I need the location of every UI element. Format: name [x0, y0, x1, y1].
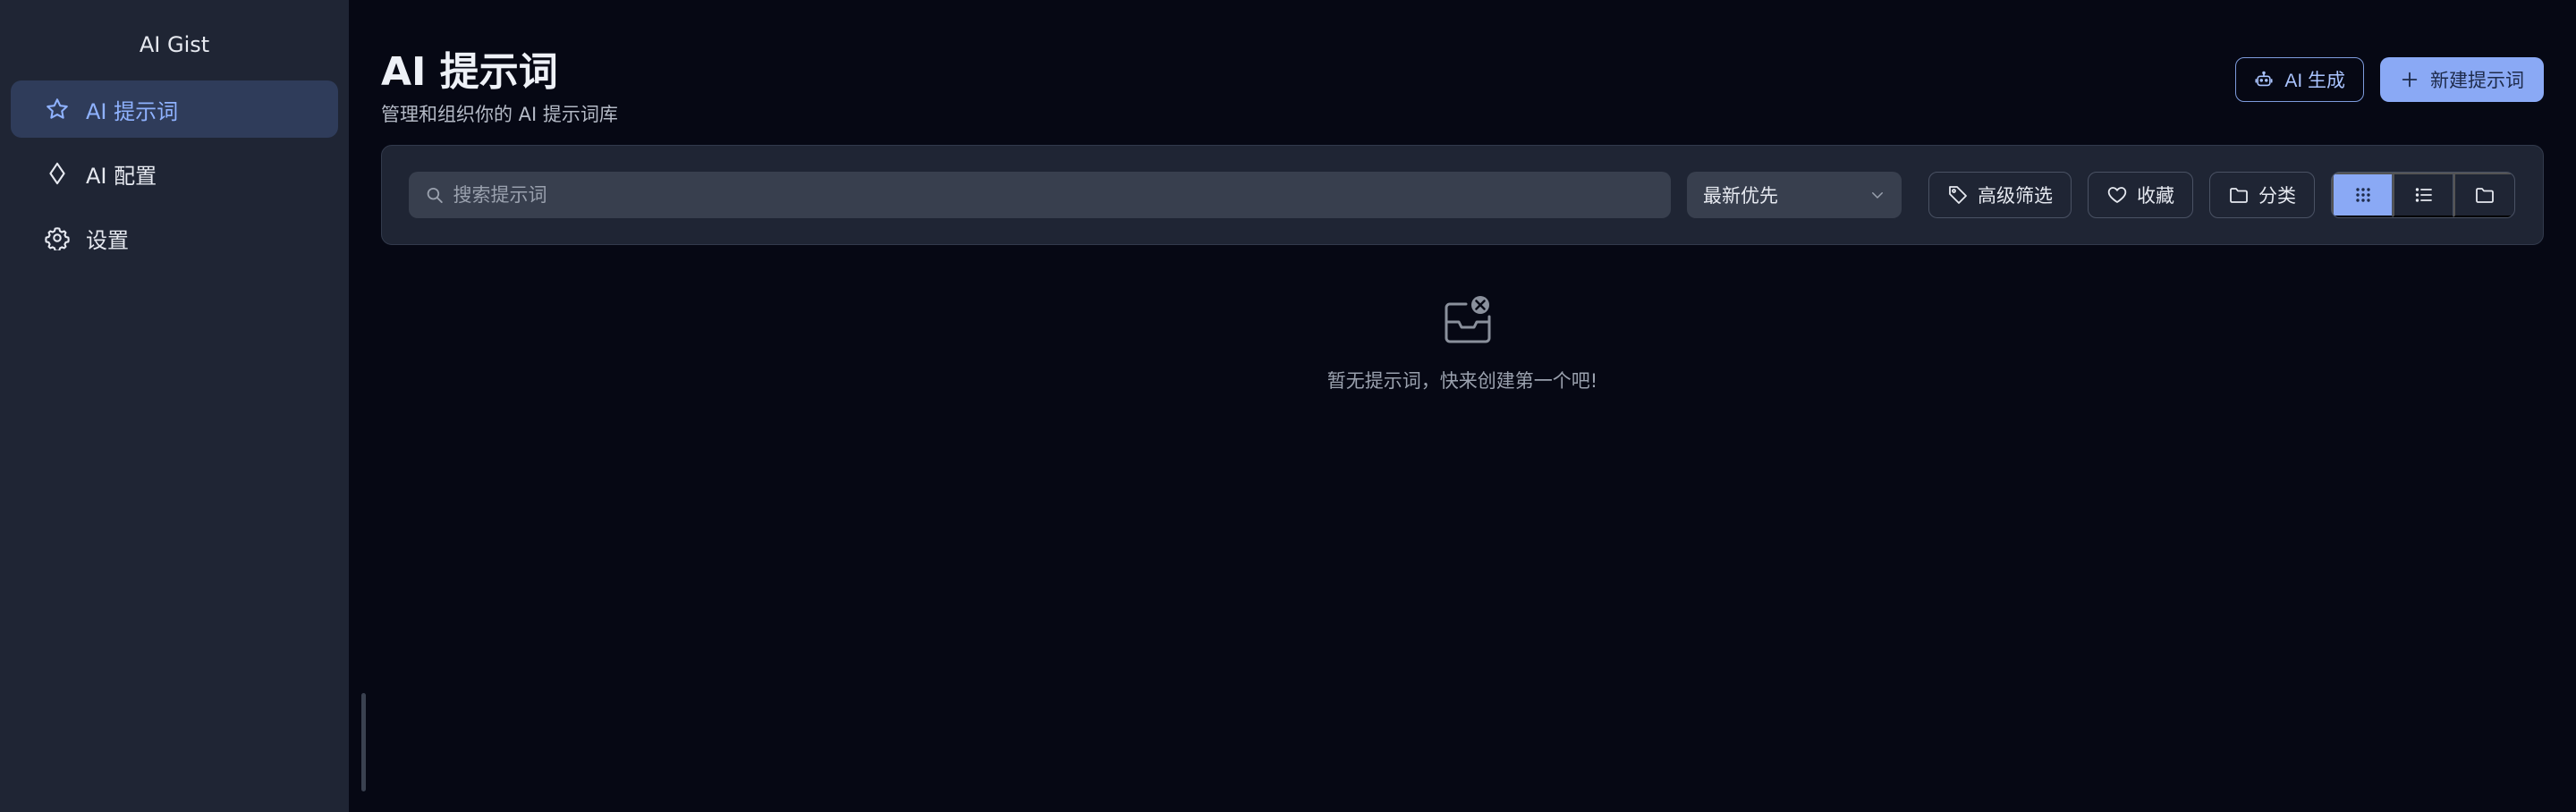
main-content: AI 提示词 管理和组织你的 AI 提示词库 AI 生成 新建提示词 最新优先 — [349, 0, 2576, 812]
filter-buttons: 高级筛选 收藏 分类 — [1928, 172, 2315, 218]
new-prompt-button[interactable]: 新建提示词 — [2380, 57, 2544, 102]
heart-icon — [2107, 187, 2127, 203]
sidebar-item-label: AI 配置 — [86, 163, 157, 189]
advanced-filter-button[interactable]: 高级筛选 — [1928, 172, 2072, 218]
advanced-filter-label: 高级筛选 — [1978, 186, 2053, 207]
list-icon — [2415, 188, 2432, 202]
sidebar-nav: AI 提示词 AI 配置 设置 — [0, 80, 349, 266]
page-subtitle: 管理和组织你的 AI 提示词库 — [381, 104, 618, 125]
grid-view-button[interactable] — [2332, 173, 2393, 217]
category-label: 分类 — [2258, 186, 2296, 207]
empty-inbox-icon — [1445, 296, 1491, 343]
sidebar: AI Gist AI 提示词 AI 配置 设置 — [0, 0, 366, 812]
favorites-button[interactable]: 收藏 — [2088, 172, 2193, 218]
search-icon — [427, 187, 443, 203]
sidebar-item-settings[interactable]: 设置 — [11, 209, 338, 266]
filter-toolbar: 最新优先 高级筛选 收藏 分类 — [381, 145, 2544, 245]
sort-select[interactable]: 最新优先 — [1687, 172, 1902, 218]
empty-state-message: 暂无提示词，快来创建第一个吧! — [1326, 370, 1598, 392]
page-title: AI 提示词 — [381, 49, 558, 95]
page-header: AI 提示词 管理和组织你的 AI 提示词库 AI 生成 新建提示词 — [381, 0, 2544, 143]
gear-icon — [45, 225, 70, 250]
plus-icon — [2402, 72, 2418, 88]
header-actions: AI 生成 新建提示词 — [2235, 57, 2544, 102]
sidebar-item-ai-prompts[interactable]: AI 提示词 — [11, 80, 338, 138]
sidebar-item-label: AI 提示词 — [86, 98, 179, 124]
tag-icon — [1949, 186, 1967, 204]
sidebar-item-label: 设置 — [86, 227, 129, 253]
grid-icon — [2355, 188, 2370, 202]
app-title: AI Gist — [139, 32, 210, 57]
empty-state: 暂无提示词，快来创建第一个吧! — [349, 295, 2576, 393]
sidebar-item-ai-config[interactable]: AI 配置 — [11, 145, 338, 202]
chevron-down-icon — [1872, 192, 1883, 199]
search-input[interactable] — [453, 184, 1671, 206]
favorites-label: 收藏 — [2137, 186, 2174, 207]
category-button[interactable]: 分类 — [2209, 172, 2315, 218]
folder-icon — [2476, 188, 2494, 203]
new-prompt-label: 新建提示词 — [2430, 71, 2524, 91]
folder-view-button[interactable] — [2453, 173, 2514, 217]
search-box[interactable] — [409, 172, 1671, 218]
sort-value: 最新优先 — [1703, 185, 1778, 207]
diamond-icon — [45, 161, 70, 186]
app-root: AI Gist AI 提示词 AI 配置 设置 AI 提示词 管理和组织你的 A… — [0, 0, 2576, 812]
folder-icon — [2230, 188, 2248, 203]
view-toggle-group — [2331, 172, 2515, 218]
ai-generate-button[interactable]: AI 生成 — [2235, 57, 2364, 102]
ai-generate-label: AI 生成 — [2284, 71, 2345, 91]
robot-icon — [2255, 71, 2273, 87]
list-view-button[interactable] — [2393, 173, 2453, 217]
star-icon — [45, 97, 70, 122]
